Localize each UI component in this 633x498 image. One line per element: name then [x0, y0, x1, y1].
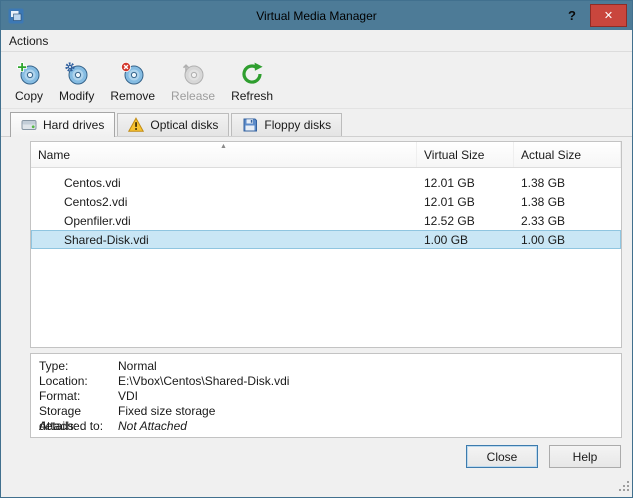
close-button[interactable]: Close [466, 445, 538, 468]
toolbar-remove-label: Remove [110, 89, 155, 103]
actual-size: 1.38 GB [514, 176, 621, 190]
table-header: Name Virtual Size Actual Size ▲ [31, 142, 621, 168]
detail-attached-label: Attached to: [39, 419, 118, 434]
detail-attached: Attached to: Not Attached [39, 419, 613, 434]
virtual-media-manager-window: Virtual Media Manager ? ✕ Actions Copy [0, 0, 633, 498]
tabbar: Hard drives Optical disks F [1, 113, 632, 137]
tab-floppy-disks[interactable]: Floppy disks [231, 113, 342, 136]
titlebar-help-button[interactable]: ? [558, 8, 586, 23]
titlebar-close-button[interactable]: ✕ [590, 4, 627, 27]
detail-format: Format: VDI [39, 389, 613, 404]
window-title: Virtual Media Manager [1, 9, 632, 23]
virtual-size: 12.52 GB [417, 214, 514, 228]
resize-grip[interactable] [617, 479, 630, 495]
toolbar-refresh-label: Refresh [231, 89, 273, 103]
footer-buttons: Close Help [466, 445, 621, 468]
warning-icon [128, 117, 144, 133]
toolbar-refresh-button[interactable]: Refresh [224, 57, 280, 106]
virtualbox-app-icon [8, 8, 24, 24]
toolbar-remove-button[interactable]: Remove [103, 57, 162, 106]
titlebar[interactable]: Virtual Media Manager ? ✕ [1, 1, 632, 30]
media-table: Name Virtual Size Actual Size ▲ Centos.v… [30, 141, 622, 348]
media-name: Centos.vdi [31, 176, 417, 190]
actual-size: 2.33 GB [514, 214, 621, 228]
detail-type-label: Type: [39, 359, 118, 374]
toolbar-copy-label: Copy [15, 89, 43, 103]
detail-location: Location: E:\Vbox\Centos\Shared-Disk.vdi [39, 374, 613, 389]
disk-modify-icon [65, 60, 89, 87]
sort-ascending-icon: ▲ [220, 142, 227, 151]
toolbar-release-label: Release [171, 89, 215, 103]
titlebar-buttons: ? ✕ [558, 1, 632, 30]
table-row-centos2[interactable]: Centos2.vdi 12.01 GB 1.38 GB [31, 192, 621, 211]
virtual-size: 12.01 GB [417, 176, 514, 190]
disk-release-icon [181, 60, 205, 87]
close-icon: ✕ [604, 9, 613, 22]
table-row-openfiler[interactable]: Openfiler.vdi 12.52 GB 2.33 GB [31, 211, 621, 230]
disk-remove-icon [121, 60, 145, 87]
table-row-shared-disk[interactable]: Shared-Disk.vdi 1.00 GB 1.00 GB [31, 230, 621, 249]
toolbar-modify-button[interactable]: Modify [52, 57, 101, 106]
toolbar-copy-button[interactable]: Copy [8, 57, 50, 106]
media-name: Shared-Disk.vdi [31, 233, 417, 247]
details-panel: Type: Normal Location: E:\Vbox\Centos\Sh… [30, 353, 622, 438]
menu-actions[interactable]: Actions [1, 32, 56, 50]
table-row-centos[interactable]: Centos.vdi 12.01 GB 1.38 GB [31, 173, 621, 192]
column-header-actual-size[interactable]: Actual Size [514, 142, 621, 167]
detail-type-value: Normal [118, 359, 157, 374]
tab-optical-disks[interactable]: Optical disks [117, 113, 229, 136]
toolbar: Copy Modify [1, 52, 632, 109]
actual-size: 1.00 GB [514, 233, 621, 247]
actual-size: 1.38 GB [514, 195, 621, 209]
tab-optical-disks-label: Optical disks [150, 118, 218, 132]
refresh-icon [240, 60, 264, 87]
tab-hard-drives[interactable]: Hard drives [10, 112, 115, 137]
table-body: Centos.vdi 12.01 GB 1.38 GB Centos2.vdi … [31, 168, 621, 249]
detail-format-value: VDI [118, 389, 138, 404]
toolbar-release-button: Release [164, 57, 222, 106]
detail-attached-value: Not Attached [118, 419, 187, 434]
detail-type: Type: Normal [39, 359, 613, 374]
media-name: Centos2.vdi [31, 195, 417, 209]
hard-drive-icon [21, 117, 37, 133]
detail-location-value: E:\Vbox\Centos\Shared-Disk.vdi [118, 374, 289, 389]
column-header-virtual-size[interactable]: Virtual Size [417, 142, 514, 167]
disk-add-icon [17, 60, 41, 87]
media-name: Openfiler.vdi [31, 214, 417, 228]
detail-location-label: Location: [39, 374, 118, 389]
virtual-size: 1.00 GB [417, 233, 514, 247]
detail-format-label: Format: [39, 389, 118, 404]
help-button[interactable]: Help [549, 445, 621, 468]
detail-storage-value: Fixed size storage [118, 404, 215, 419]
menubar: Actions [1, 30, 632, 52]
toolbar-modify-label: Modify [59, 89, 94, 103]
tab-hard-drives-label: Hard drives [43, 118, 104, 132]
tab-floppy-disks-label: Floppy disks [264, 118, 331, 132]
virtual-size: 12.01 GB [417, 195, 514, 209]
floppy-icon [242, 117, 258, 133]
detail-storage-label: Storage details: [39, 404, 118, 419]
detail-storage: Storage details: Fixed size storage [39, 404, 613, 419]
